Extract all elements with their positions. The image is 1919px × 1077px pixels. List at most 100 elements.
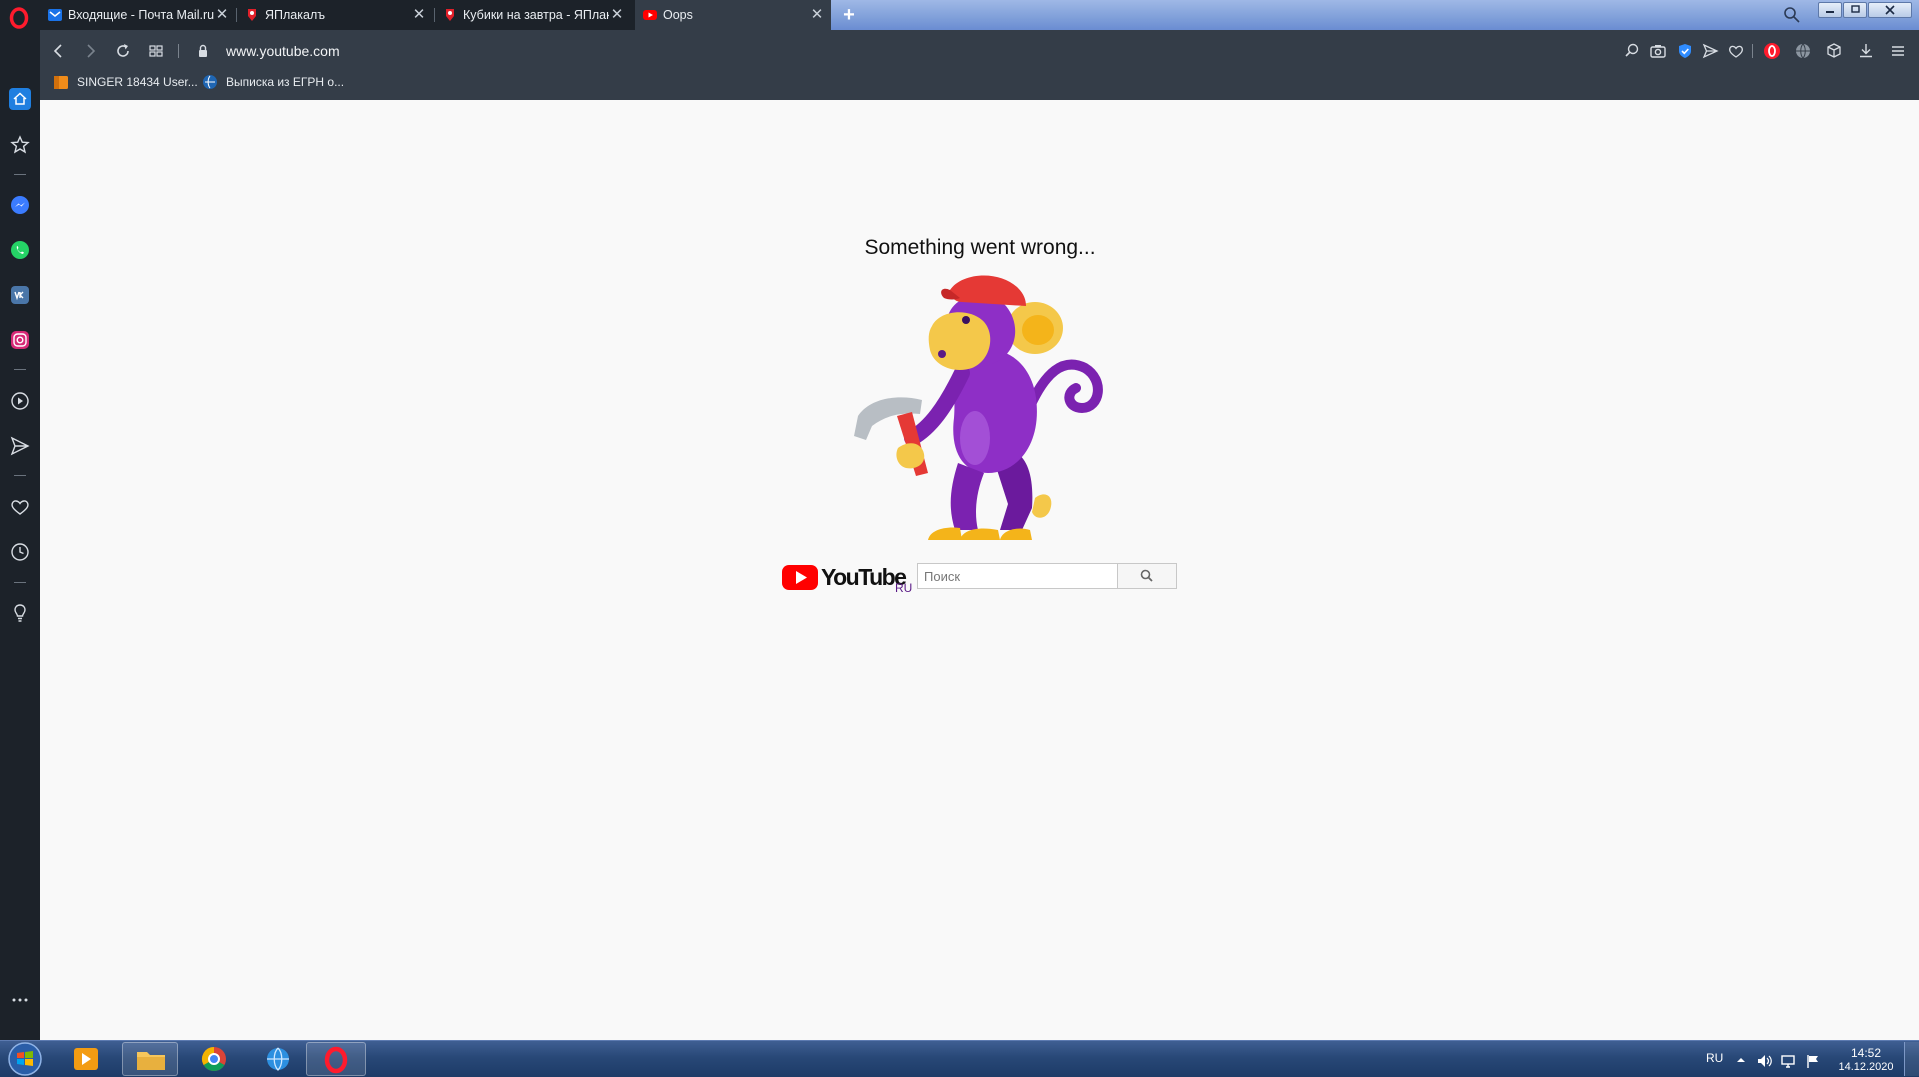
bookmark-label: SINGER 18434 User...	[77, 75, 198, 89]
address-field[interactable]: www.youtube.com	[226, 40, 340, 62]
sidebar-separator	[14, 475, 26, 476]
easy-setup-button[interactable]	[1888, 41, 1908, 61]
sidebar-item-speed-dial[interactable]	[8, 87, 32, 111]
clock-time: 14:52	[1850, 1046, 1882, 1060]
sidebar-item-bookmarks[interactable]	[8, 133, 32, 157]
bookmark-item[interactable]: Выписка из ЕГРН о...	[202, 72, 344, 92]
error-message: Something went wrong...	[864, 236, 1096, 259]
tab-kubiki[interactable]: Кубики на завтра - ЯПлакалъ ✕	[435, 0, 631, 30]
grid-icon	[149, 45, 163, 57]
more-dots-icon	[12, 998, 28, 1002]
sidebar-item-vk[interactable]	[8, 283, 32, 307]
language-indicator[interactable]: RU	[1706, 1051, 1723, 1065]
mail-icon	[48, 9, 62, 21]
tab-strip-empty-area[interactable]	[831, 0, 1919, 30]
search-input[interactable]	[917, 563, 1117, 589]
instagram-icon	[11, 331, 29, 349]
sidebar-separator	[14, 582, 26, 583]
close-window-button[interactable]	[1868, 2, 1912, 18]
snapshot-button[interactable]	[1648, 41, 1668, 61]
tab-overview-button[interactable]	[145, 40, 167, 62]
monkey-icon	[854, 275, 1103, 540]
network-button[interactable]	[1780, 1053, 1798, 1069]
start-button[interactable]	[4, 1041, 46, 1077]
search-icon	[1140, 569, 1153, 582]
youtube-logo-icon: YouTube RU	[782, 564, 912, 595]
vpn-button[interactable]	[1793, 41, 1813, 61]
home-icon	[9, 88, 31, 110]
action-center-button[interactable]	[1804, 1053, 1822, 1069]
lightbulb-icon	[14, 604, 26, 622]
show-desktop-button[interactable]	[1904, 1042, 1919, 1076]
taskbar-chrome[interactable]	[186, 1042, 242, 1076]
chevron-up-icon	[1737, 1058, 1745, 1062]
bookmark-label: Выписка из ЕГРН о...	[226, 75, 345, 89]
taskbar-opera[interactable]	[306, 1042, 366, 1076]
tab-title: ЯПлакалъ	[265, 8, 326, 22]
extensions-button[interactable]	[1824, 41, 1844, 61]
sidebar-item-personal-news[interactable]	[8, 495, 32, 519]
taskbar-media-player[interactable]	[58, 1042, 114, 1076]
new-tab-button[interactable]: +	[838, 4, 860, 26]
volume-button[interactable]	[1756, 1053, 1774, 1069]
sidebar-item-history[interactable]	[8, 540, 32, 564]
media-player-icon	[74, 1048, 98, 1070]
tab-mail[interactable]: Входящие - Почта Mail.ru ✕	[40, 0, 236, 30]
sidebar-item-instagram[interactable]	[8, 328, 32, 352]
sidebar-item-flow[interactable]	[8, 434, 32, 458]
restore-button[interactable]	[1843, 2, 1867, 18]
tab-search-button[interactable]	[1782, 5, 1802, 25]
tab-close-button[interactable]: ✕	[411, 7, 427, 23]
opera-logo-icon	[9, 7, 29, 29]
back-button[interactable]	[48, 40, 70, 62]
forward-button[interactable]	[79, 40, 101, 62]
minimize-button[interactable]	[1818, 2, 1842, 18]
clock[interactable]: 14:52 14.12.2020	[1836, 1046, 1896, 1074]
search-icon	[1784, 7, 1800, 23]
reload-icon	[117, 44, 129, 57]
globe-icon	[1796, 43, 1810, 59]
heart-icon	[1729, 45, 1743, 58]
flow-button[interactable]	[1700, 41, 1720, 61]
opera-extension-button[interactable]	[1762, 41, 1782, 61]
arrow-left-icon	[53, 44, 62, 58]
camera-icon	[1650, 45, 1666, 58]
close-icon	[1885, 5, 1895, 15]
sidebar-item-player[interactable]	[8, 389, 32, 413]
send-icon	[1702, 43, 1719, 59]
region-label: RU	[895, 581, 912, 595]
folder-icon	[137, 1052, 165, 1070]
star-icon	[10, 135, 30, 154]
search-button[interactable]	[1117, 563, 1177, 589]
adblock-button[interactable]	[1675, 41, 1695, 61]
sidebar-item-messenger[interactable]	[8, 193, 32, 217]
magnifier-icon	[1625, 43, 1639, 57]
heart-icon	[11, 500, 29, 515]
taskbar-internet-explorer[interactable]	[250, 1042, 306, 1076]
speaker-icon	[1758, 1055, 1772, 1067]
site-info-button[interactable]	[192, 40, 214, 62]
show-hidden-icons-button[interactable]	[1734, 1053, 1748, 1067]
search-in-page-button[interactable]	[1622, 41, 1642, 61]
opera-menu-button[interactable]	[8, 7, 32, 29]
tab-oops[interactable]: Oops ✕	[635, 0, 831, 30]
bookmark-page-button[interactable]	[1726, 41, 1746, 61]
shield-icon	[1679, 44, 1691, 58]
downloads-button[interactable]	[1856, 41, 1876, 61]
bookmark-box-icon	[54, 76, 68, 89]
reload-button[interactable]	[112, 40, 134, 62]
network-icon	[1781, 1055, 1795, 1068]
sidebar-item-tips[interactable]	[8, 601, 32, 625]
tab-close-button[interactable]: ✕	[809, 7, 825, 23]
youtube-logo[interactable]: YouTube RU	[782, 561, 914, 595]
opera-badge-icon	[1764, 43, 1780, 59]
bookmark-item[interactable]: SINGER 18434 User...	[53, 72, 198, 92]
sidebar	[0, 30, 40, 1040]
taskbar-explorer[interactable]	[122, 1042, 178, 1076]
windows-start-icon	[8, 1042, 42, 1076]
tab-close-button[interactable]: ✕	[214, 7, 230, 23]
minimize-icon	[1826, 11, 1834, 13]
tab-yaplakal[interactable]: ЯПлакалъ ✕	[237, 0, 433, 30]
sidebar-more-button[interactable]	[8, 988, 32, 1012]
tab-close-button[interactable]: ✕	[609, 7, 625, 23]
